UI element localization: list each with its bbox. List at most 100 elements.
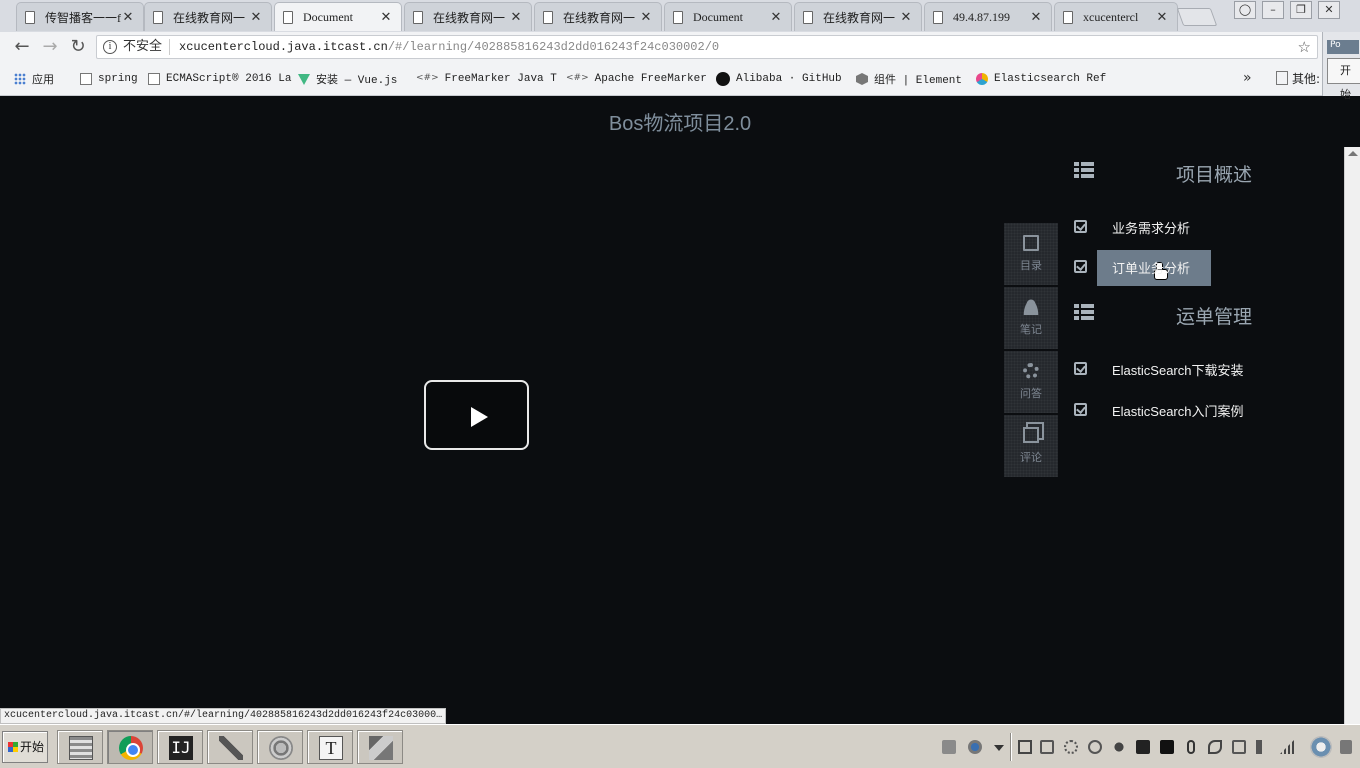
lesson-item-hovered[interactable]: 订单业务分析 bbox=[1074, 250, 1264, 286]
page-icon bbox=[543, 10, 553, 24]
bookmark-vue[interactable]: 安装 — Vue.js bbox=[298, 71, 397, 87]
show-desktop-icon[interactable] bbox=[1340, 740, 1352, 754]
user-icon[interactable]: ◯ bbox=[1234, 1, 1256, 19]
taskbar-intellij[interactable]: IJ bbox=[157, 730, 203, 764]
taskbar-text[interactable]: T bbox=[307, 730, 353, 764]
back-icon[interactable]: ← bbox=[12, 37, 32, 57]
bluetooth-icon[interactable] bbox=[1187, 740, 1195, 754]
tool-notes[interactable]: 笔记 bbox=[1004, 287, 1058, 349]
tool-comments[interactable]: 评论 bbox=[1004, 415, 1058, 477]
tab-2[interactable]: 在线教育网一 ✕ bbox=[144, 2, 272, 31]
clock-icon[interactable] bbox=[1310, 736, 1332, 758]
globe-icon[interactable] bbox=[968, 740, 982, 754]
url-text[interactable]: xcucentercloud.java.itcast.cn/#/learning… bbox=[179, 36, 719, 58]
forward-icon[interactable]: → bbox=[40, 37, 60, 57]
close-icon[interactable]: ✕ bbox=[899, 10, 913, 25]
list-icon bbox=[1074, 162, 1094, 178]
lesson-item[interactable]: ElasticSearch入门案例 bbox=[1074, 393, 1264, 427]
close-icon[interactable]: ✕ bbox=[639, 10, 653, 25]
lesson-item[interactable]: 业务需求分析 bbox=[1074, 210, 1264, 244]
checkbox-icon bbox=[1074, 403, 1087, 416]
star-icon[interactable]: ☆ bbox=[1298, 36, 1311, 58]
page-icon bbox=[25, 10, 35, 24]
tab-9[interactable]: xcucentercl ✕ bbox=[1054, 2, 1178, 31]
tab-4[interactable]: 在线教育网一 ✕ bbox=[404, 2, 532, 31]
url-path: /#/learning/402885816243d2dd016243f24c03… bbox=[387, 40, 720, 54]
side-panel-start-button[interactable]: 开始 bbox=[1327, 58, 1360, 101]
scroll-up-icon[interactable] bbox=[1348, 151, 1358, 156]
elastic-icon bbox=[976, 73, 988, 85]
bookmark-alibaba-github[interactable]: Alibaba · GitHub bbox=[716, 71, 842, 87]
lesson-item[interactable]: ElasticSearch下载安装 bbox=[1074, 352, 1264, 386]
window-close-button[interactable]: ✕ bbox=[1318, 1, 1340, 19]
shield-icon[interactable] bbox=[1112, 740, 1126, 754]
bookmark-label: ECMAScript® 2016 La bbox=[166, 73, 292, 85]
tool-qa[interactable]: 问答 bbox=[1004, 351, 1058, 413]
tray-divider bbox=[1010, 733, 1011, 761]
taskbar-chrome[interactable] bbox=[107, 730, 153, 764]
tab-1[interactable]: 传智播客一一f ✕ bbox=[16, 2, 144, 31]
network-icon[interactable] bbox=[1088, 740, 1102, 754]
tab-title: Document bbox=[693, 9, 743, 24]
bookmark-spring[interactable]: spring bbox=[80, 71, 138, 87]
status-bar-url: xcucentercloud.java.itcast.cn/#/learning… bbox=[0, 708, 447, 724]
close-icon[interactable]: ✕ bbox=[1029, 10, 1043, 25]
media-icon[interactable] bbox=[1136, 740, 1150, 754]
close-icon[interactable]: ✕ bbox=[1155, 10, 1169, 25]
taskbar-swirl[interactable] bbox=[257, 730, 303, 764]
bookmark-ecmascript[interactable]: ECMAScript® 2016 La bbox=[148, 71, 294, 87]
close-icon[interactable]: ✕ bbox=[379, 10, 393, 25]
signal-icon[interactable] bbox=[1280, 740, 1294, 754]
sync-icon[interactable] bbox=[1064, 740, 1078, 754]
other-bookmarks-folder[interactable]: 其他: bbox=[1276, 70, 1320, 87]
taskbar-recorder[interactable] bbox=[357, 730, 403, 764]
security-label[interactable]: 不安全 bbox=[123, 36, 162, 58]
chapter-title: 运单管理 bbox=[1175, 306, 1252, 328]
close-icon[interactable]: ✕ bbox=[509, 10, 523, 25]
taskbar-files[interactable] bbox=[57, 730, 103, 764]
code-icon: <#> bbox=[566, 73, 589, 83]
tab-7[interactable]: 在线教育网一 ✕ bbox=[794, 2, 922, 31]
tools-icon[interactable] bbox=[1208, 740, 1222, 754]
bookmark-apache-freemarker[interactable]: <#> Apache FreeMarker bbox=[566, 71, 707, 87]
close-icon[interactable]: ✕ bbox=[769, 10, 783, 25]
bookmark-element[interactable]: 组件 | Element bbox=[856, 71, 962, 87]
chapter-heading[interactable]: 运单管理 bbox=[1074, 302, 1259, 328]
reload-icon[interactable]: ↻ bbox=[68, 37, 88, 57]
info-icon[interactable]: i bbox=[103, 40, 117, 54]
tool-catalog[interactable]: 目录 bbox=[1004, 223, 1058, 285]
tab-title: 在线教育网一 bbox=[173, 10, 246, 25]
bookmark-elasticsearch[interactable]: Elasticsearch Refer bbox=[976, 71, 1106, 87]
app-tray-icon[interactable] bbox=[1160, 740, 1174, 754]
page-icon bbox=[283, 10, 293, 24]
tab-5[interactable]: 在线教育网一 ✕ bbox=[534, 2, 662, 31]
side-panel: Po 开始 bbox=[1322, 32, 1360, 101]
bookmark-apps[interactable]: 应用 bbox=[14, 71, 54, 87]
window-icon[interactable] bbox=[1040, 740, 1054, 754]
minimize-button[interactable]: – bbox=[1262, 1, 1284, 19]
close-icon[interactable]: ✕ bbox=[249, 10, 263, 25]
start-button[interactable]: 开始 bbox=[2, 731, 48, 763]
keyboard-icon[interactable] bbox=[942, 740, 956, 754]
restore-button[interactable]: ❐ bbox=[1290, 1, 1312, 19]
monitor-icon[interactable] bbox=[1018, 740, 1032, 754]
vertical-scrollbar[interactable] bbox=[1344, 147, 1360, 724]
more-bookmarks-button[interactable]: » bbox=[1243, 70, 1252, 86]
tab-8[interactable]: 49.4.87.199 ✕ bbox=[924, 2, 1052, 31]
clipboard-icon[interactable] bbox=[1232, 740, 1246, 754]
bookmark-freemarker-java[interactable]: <#> FreeMarker Java Tem bbox=[416, 71, 557, 87]
chapter-title: 项目概述 bbox=[1175, 164, 1252, 186]
address-bar[interactable]: i 不安全 xcucentercloud.java.itcast.cn/#/le… bbox=[96, 35, 1318, 59]
close-icon[interactable]: ✕ bbox=[121, 10, 135, 25]
recorder-icon bbox=[369, 736, 393, 760]
speaker-icon[interactable] bbox=[1256, 740, 1270, 754]
chapter-heading[interactable]: 项目概述 bbox=[1074, 160, 1259, 186]
chevron-down-icon[interactable] bbox=[994, 745, 1004, 751]
video-play-button[interactable] bbox=[424, 380, 529, 450]
bookmark-label: 应用 bbox=[32, 73, 54, 86]
bookmark-label: Alibaba · GitHub bbox=[736, 73, 842, 85]
tab-3-active[interactable]: Document ✕ bbox=[274, 2, 402, 31]
new-tab-button[interactable] bbox=[1176, 8, 1218, 26]
tab-6[interactable]: Document ✕ bbox=[664, 2, 792, 31]
taskbar-tool[interactable] bbox=[207, 730, 253, 764]
